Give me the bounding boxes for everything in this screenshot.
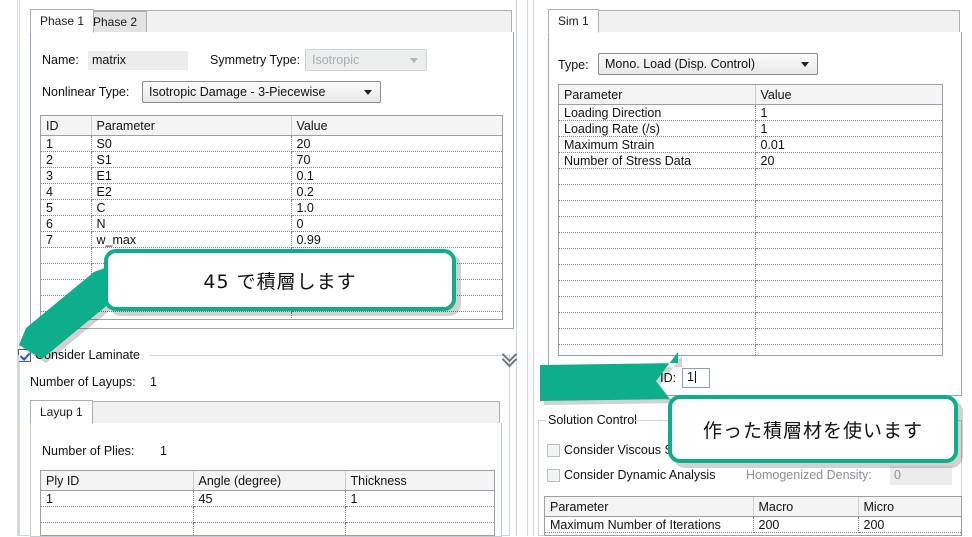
callout-laminate-angle-text: 45 で積層します xyxy=(203,270,357,293)
callout-use-laminate-text: 作った積層材を使います xyxy=(702,419,923,442)
callout-use-laminate: 作った積層材を使います xyxy=(668,395,958,463)
callout-laminate-angle: 45 で積層します xyxy=(104,249,456,311)
arrow-to-associated-layup-id xyxy=(540,352,678,410)
application-window: Phase 1 Phase 2 Name: matrix Symmetry Ty… xyxy=(0,0,972,537)
